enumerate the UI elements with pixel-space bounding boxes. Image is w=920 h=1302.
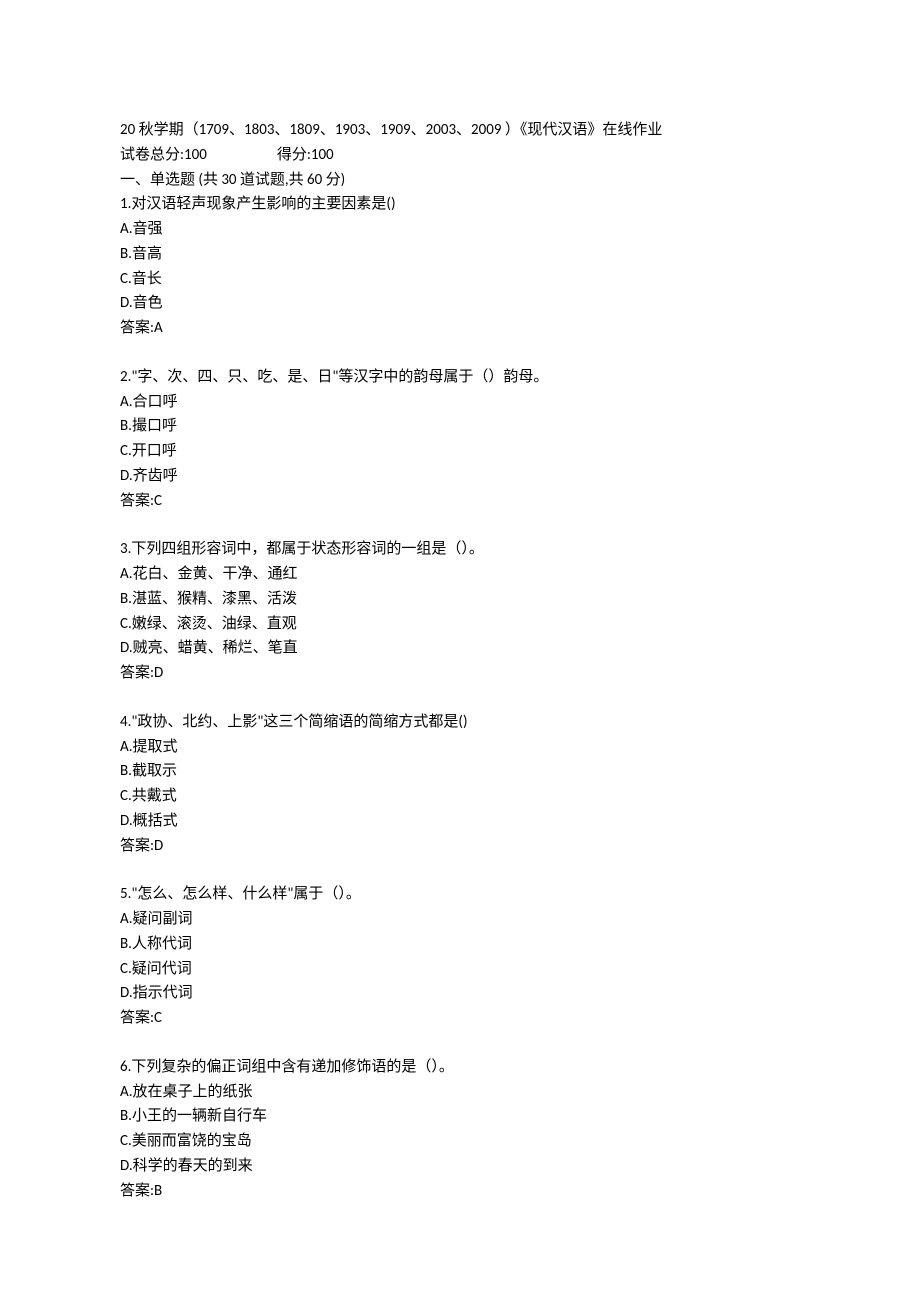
question-option: D.音色 bbox=[120, 291, 800, 316]
question-option: D.科学的春天的到来 bbox=[120, 1154, 800, 1179]
question-option: A.音强 bbox=[120, 217, 800, 242]
question-answer: 答案:D bbox=[120, 661, 800, 686]
question-answer: 答案:C bbox=[120, 489, 800, 514]
exam-header: 20 秋学期（1709、1803、1809、1903、1909、2003、200… bbox=[120, 118, 800, 341]
question-option: C.美丽而富饶的宝岛 bbox=[120, 1129, 800, 1154]
exam-score-line: 试卷总分:100 得分:100 bbox=[120, 143, 800, 168]
question-answer: 答案:C bbox=[120, 1006, 800, 1031]
question-option: D.指示代词 bbox=[120, 981, 800, 1006]
question-option: B.音高 bbox=[120, 242, 800, 267]
question-prompt: 3.下列四组形容词中，都属于状态形容词的一组是（）。 bbox=[120, 537, 800, 562]
section-title: 一、单选题 (共 30 道试题,共 60 分) bbox=[120, 168, 800, 193]
obtained-score-label: 得分:100 bbox=[277, 146, 334, 164]
question-option: C.开口呼 bbox=[120, 439, 800, 464]
question-6: 6.下列复杂的偏正词组中含有递加修饰语的是（）。 A.放在桌子上的纸张 B.小王… bbox=[120, 1055, 800, 1204]
question-option: A.放在桌子上的纸张 bbox=[120, 1080, 800, 1105]
question-option: B.截取示 bbox=[120, 759, 800, 784]
question-option: B.人称代词 bbox=[120, 932, 800, 957]
question-option: D.贼亮、蜡黄、稀烂、笔直 bbox=[120, 636, 800, 661]
question-prompt: 4."政协、北约、上影"这三个简缩语的简缩方式都是() bbox=[120, 710, 800, 735]
question-prompt: 1.对汉语轻声现象产生影响的主要因素是() bbox=[120, 192, 800, 217]
question-prompt: 5."怎么、怎么样、什么样"属于（）。 bbox=[120, 882, 800, 907]
question-answer: 答案:B bbox=[120, 1179, 800, 1204]
question-option: C.音长 bbox=[120, 267, 800, 292]
question-option: D.概括式 bbox=[120, 809, 800, 834]
question-option: A.合口呼 bbox=[120, 390, 800, 415]
question-option: A.疑问副词 bbox=[120, 907, 800, 932]
question-option: A.花白、金黄、干净、通红 bbox=[120, 562, 800, 587]
question-option: A.提取式 bbox=[120, 735, 800, 760]
question-answer: 答案:D bbox=[120, 834, 800, 859]
question-option: B.湛蓝、猴精、漆黑、活泼 bbox=[120, 587, 800, 612]
question-option: B.撮口呼 bbox=[120, 414, 800, 439]
question-answer: 答案:A bbox=[120, 316, 800, 341]
total-score-label: 试卷总分:100 bbox=[120, 146, 207, 164]
question-option: C.疑问代词 bbox=[120, 957, 800, 982]
question-4: 4."政协、北约、上影"这三个简缩语的简缩方式都是() A.提取式 B.截取示 … bbox=[120, 710, 800, 859]
exam-title: 20 秋学期（1709、1803、1809、1903、1909、2003、200… bbox=[120, 118, 800, 143]
question-option: C.共戴式 bbox=[120, 784, 800, 809]
question-option: B.小王的一辆新自行车 bbox=[120, 1104, 800, 1129]
question-prompt: 6.下列复杂的偏正词组中含有递加修饰语的是（）。 bbox=[120, 1055, 800, 1080]
question-option: C.嫩绿、滚烫、油绿、直观 bbox=[120, 612, 800, 637]
question-2: 2."字、次、四、只、吃、是、日"等汉字中的韵母属于（）韵母。 A.合口呼 B.… bbox=[120, 365, 800, 514]
question-option: D.齐齿呼 bbox=[120, 464, 800, 489]
question-3: 3.下列四组形容词中，都属于状态形容词的一组是（）。 A.花白、金黄、干净、通红… bbox=[120, 537, 800, 686]
question-prompt: 2."字、次、四、只、吃、是、日"等汉字中的韵母属于（）韵母。 bbox=[120, 365, 800, 390]
question-5: 5."怎么、怎么样、什么样"属于（）。 A.疑问副词 B.人称代词 C.疑问代词… bbox=[120, 882, 800, 1031]
